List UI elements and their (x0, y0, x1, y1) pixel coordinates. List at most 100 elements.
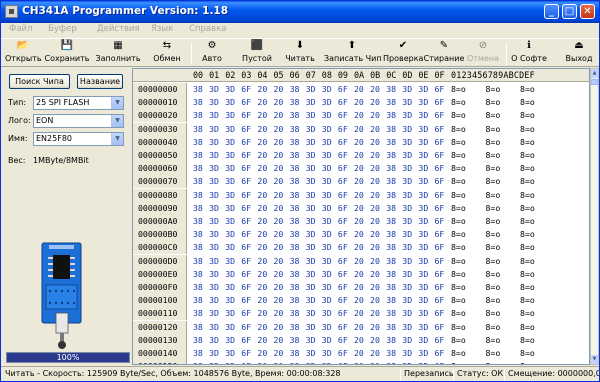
hex-byte[interactable]: 6F (241, 123, 251, 136)
hex-byte[interactable]: 38 (290, 175, 300, 188)
hex-byte[interactable]: 6F (435, 347, 445, 360)
hex-byte[interactable]: 3D (322, 228, 332, 241)
hex-byte[interactable]: 38 (386, 255, 396, 268)
hex-row[interactable]: 00000050 38 3D 3D 6F 20 20 38 3D 3D 6F 20 20 38 3D 3D 6F… (133, 149, 589, 162)
hex-byte[interactable]: 3D (225, 334, 235, 347)
hex-byte[interactable]: 6F (241, 360, 251, 364)
hex-byte[interactable]: 20 (354, 202, 364, 215)
hex-byte[interactable]: 3D (209, 294, 219, 307)
hex-byte[interactable]: 20 (257, 215, 267, 228)
hex-byte[interactable]: 6F (338, 294, 348, 307)
hex-byte[interactable]: 3D (322, 83, 332, 96)
hex-byte[interactable]: 38 (290, 162, 300, 175)
hex-byte[interactable]: 3D (322, 136, 332, 149)
hex-byte[interactable]: 3D (322, 334, 332, 347)
hex-byte[interactable]: 38 (386, 175, 396, 188)
hex-byte[interactable]: 6F (338, 255, 348, 268)
hex-byte[interactable]: 20 (370, 189, 380, 202)
hex-byte[interactable]: 38 (193, 109, 203, 122)
hex-byte[interactable]: 3D (402, 307, 412, 320)
hex-byte[interactable]: 6F (241, 268, 251, 281)
hex-byte[interactable]: 38 (386, 294, 396, 307)
hex-byte[interactable]: 3D (322, 96, 332, 109)
hex-byte[interactable]: 20 (354, 294, 364, 307)
hex-byte[interactable]: 20 (354, 96, 364, 109)
hex-byte[interactable]: 20 (274, 321, 284, 334)
hex-byte[interactable]: 3D (306, 162, 316, 175)
hex-byte[interactable]: 38 (290, 334, 300, 347)
hex-byte[interactable]: 38 (290, 281, 300, 294)
hex-byte[interactable]: 38 (290, 241, 300, 254)
hex-byte[interactable]: 3D (225, 83, 235, 96)
hex-byte[interactable]: 3D (402, 268, 412, 281)
hex-byte[interactable]: 38 (386, 241, 396, 254)
hex-byte[interactable]: 6F (241, 109, 251, 122)
hex-byte[interactable]: 20 (274, 123, 284, 136)
hex-byte[interactable]: 3D (418, 281, 428, 294)
hex-byte[interactable]: 3D (402, 334, 412, 347)
hex-byte[interactable]: 38 (193, 241, 203, 254)
hex-byte[interactable]: 20 (257, 109, 267, 122)
hex-byte[interactable]: 38 (290, 96, 300, 109)
hex-byte[interactable]: 20 (274, 294, 284, 307)
hex-byte[interactable]: 20 (257, 241, 267, 254)
hex-byte[interactable]: 38 (193, 294, 203, 307)
hex-byte[interactable]: 20 (274, 347, 284, 360)
hex-byte[interactable]: 38 (386, 307, 396, 320)
hex-byte[interactable]: 38 (193, 149, 203, 162)
hex-byte[interactable]: 38 (386, 202, 396, 215)
hex-row[interactable]: 00000070 38 3D 3D 6F 20 20 38 3D 3D 6F 20 20 38 3D 3D 6F… (133, 175, 589, 189)
hex-byte[interactable]: 3D (322, 162, 332, 175)
hex-byte[interactable]: 20 (274, 281, 284, 294)
hex-row[interactable]: 000000E0 38 3D 3D 6F 20 20 38 3D 3D 6F 20 20 38 3D 3D 6F… (133, 267, 589, 281)
hex-byte[interactable]: 3D (402, 162, 412, 175)
hex-byte[interactable]: 6F (338, 175, 348, 188)
hex-byte[interactable]: 3D (306, 294, 316, 307)
hex-byte[interactable]: 20 (274, 109, 284, 122)
hex-byte[interactable]: 6F (338, 241, 348, 254)
toolbar-button[interactable]: ⬆ Записать Чип (324, 39, 382, 67)
hex-byte[interactable]: 3D (418, 162, 428, 175)
hex-byte[interactable]: 38 (290, 136, 300, 149)
hex-byte[interactable]: 20 (354, 123, 364, 136)
hex-byte[interactable]: 38 (290, 294, 300, 307)
hex-byte[interactable]: 20 (354, 321, 364, 334)
hex-row[interactable]: 00000020 38 3D 3D 6F 20 20 38 3D 3D 6F 20 20 38 3D 3D 6F… (133, 109, 589, 123)
hex-byte[interactable]: 3D (402, 96, 412, 109)
hex-byte[interactable]: 38 (193, 162, 203, 175)
hex-byte[interactable]: 6F (241, 202, 251, 215)
hex-byte[interactable]: 38 (386, 334, 396, 347)
hex-byte[interactable]: 3D (209, 149, 219, 162)
hex-byte[interactable]: 3D (209, 109, 219, 122)
hex-byte[interactable]: 3D (225, 175, 235, 188)
hex-row[interactable]: 000000F0 38 3D 3D 6F 20 20 38 3D 3D 6F 20 20 38 3D 3D 6F… (133, 281, 589, 294)
hex-byte[interactable]: 3D (306, 255, 316, 268)
hex-byte[interactable]: 38 (386, 321, 396, 334)
hex-byte[interactable]: 6F (338, 321, 348, 334)
hex-byte[interactable]: 3D (209, 334, 219, 347)
hex-byte[interactable]: 38 (386, 347, 396, 360)
hex-byte[interactable]: 3D (402, 109, 412, 122)
hex-byte[interactable]: 38 (290, 109, 300, 122)
hex-byte[interactable]: 3D (306, 321, 316, 334)
hex-byte[interactable]: 20 (274, 136, 284, 149)
hex-row[interactable]: 000000A0 38 3D 3D 6F 20 20 38 3D 3D 6F 20 20 38 3D 3D 6F… (133, 215, 589, 228)
hex-byte[interactable]: 20 (354, 334, 364, 347)
hex-byte[interactable]: 20 (274, 241, 284, 254)
hex-byte[interactable]: 3D (306, 360, 316, 364)
hex-byte[interactable]: 20 (257, 334, 267, 347)
hex-byte[interactable]: 3D (209, 162, 219, 175)
toolbar-button[interactable]: ✎ Стирание (422, 39, 466, 67)
hex-byte[interactable]: 20 (354, 241, 364, 254)
hex-byte[interactable]: 20 (274, 360, 284, 364)
menu-file[interactable]: Файл (9, 24, 32, 34)
hex-byte[interactable]: 3D (418, 96, 428, 109)
chevron-down-icon[interactable]: ▼ (111, 115, 123, 127)
hex-byte[interactable]: 3D (209, 123, 219, 136)
hex-byte[interactable]: 6F (435, 175, 445, 188)
hex-byte[interactable]: 3D (322, 347, 332, 360)
hex-byte[interactable]: 3D (402, 123, 412, 136)
hex-byte[interactable]: 3D (322, 307, 332, 320)
name-select[interactable]: EN25F80 ▼ (33, 132, 124, 146)
hex-byte[interactable]: 38 (193, 268, 203, 281)
